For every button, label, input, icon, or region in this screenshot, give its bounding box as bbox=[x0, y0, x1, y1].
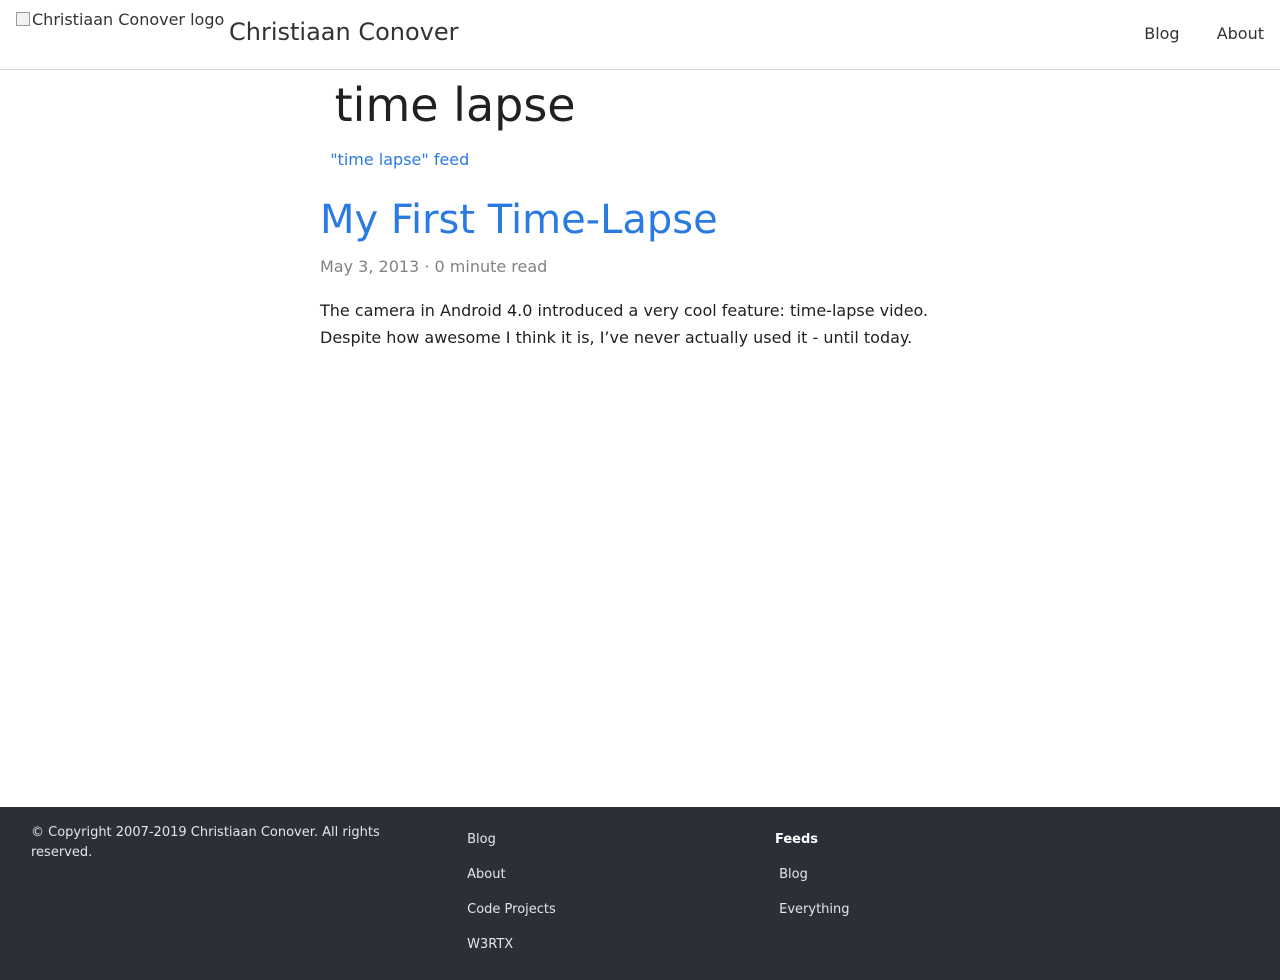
footer-link-blog[interactable]: Blog bbox=[463, 831, 556, 866]
footer-link-w3rtx[interactable]: W3RTX bbox=[463, 936, 556, 971]
feed-link-everything[interactable]: Everything bbox=[775, 901, 850, 936]
feed-link-label: Everything bbox=[779, 902, 850, 917]
top-nav: Blog About bbox=[1139, 24, 1264, 43]
feed-link-blog[interactable]: Blog bbox=[775, 866, 850, 901]
tag-title-text: time lapse bbox=[334, 78, 576, 132]
site-footer: © Copyright 2007-2019 Christiaan Conover… bbox=[0, 807, 1280, 980]
footer-link-code-projects[interactable]: Code Projects bbox=[463, 901, 556, 936]
post-date: May 3, 2013 bbox=[320, 257, 420, 276]
site-title[interactable]: Christiaan Conover bbox=[229, 18, 459, 46]
broken-image-icon bbox=[16, 12, 30, 26]
logo-alt-text: Christiaan Conover logo bbox=[32, 10, 225, 29]
nav-about-link[interactable]: About bbox=[1212, 24, 1264, 43]
site-logo[interactable]: Christiaan Conover logo bbox=[16, 10, 224, 29]
footer-link-about[interactable]: About bbox=[463, 866, 556, 901]
nav-blog-label: Blog bbox=[1144, 24, 1180, 43]
footer-feeds: Feeds Blog Everything bbox=[775, 831, 850, 936]
page-title: time lapse bbox=[320, 76, 960, 134]
site-header: Christiaan Conover logo Christiaan Conov… bbox=[0, 0, 1280, 70]
post-title-link[interactable]: My First Time-Lapse bbox=[320, 196, 960, 244]
feed-link-label: "time lapse" feed bbox=[330, 150, 470, 169]
post-excerpt: The camera in Android 4.0 introduced a v… bbox=[320, 301, 929, 347]
meta-separator: · bbox=[424, 257, 430, 276]
feeds-heading: Feeds bbox=[775, 832, 819, 847]
footer-link-label: Blog bbox=[467, 832, 496, 847]
footer-link-label: About bbox=[467, 867, 506, 882]
feed-link-label: Blog bbox=[779, 867, 808, 882]
footer-nav: Blog About Code Projects W3RTX bbox=[463, 831, 556, 971]
footer-link-label: Code Projects bbox=[467, 902, 556, 917]
footer-link-label: W3RTX bbox=[467, 937, 514, 952]
read-time: 0 minute read bbox=[434, 257, 548, 276]
post-meta: May 3, 2013 · 0 minute read bbox=[320, 257, 960, 277]
nav-about-label: About bbox=[1216, 24, 1264, 43]
copyright-text: © Copyright 2007-2019 Christiaan Conover… bbox=[31, 825, 380, 860]
nav-blog-link[interactable]: Blog bbox=[1139, 24, 1179, 43]
main-content: time lapse "time lapse" feed My First Ti… bbox=[320, 76, 960, 367]
tag-feed-link[interactable]: "time lapse" feed bbox=[320, 150, 960, 170]
